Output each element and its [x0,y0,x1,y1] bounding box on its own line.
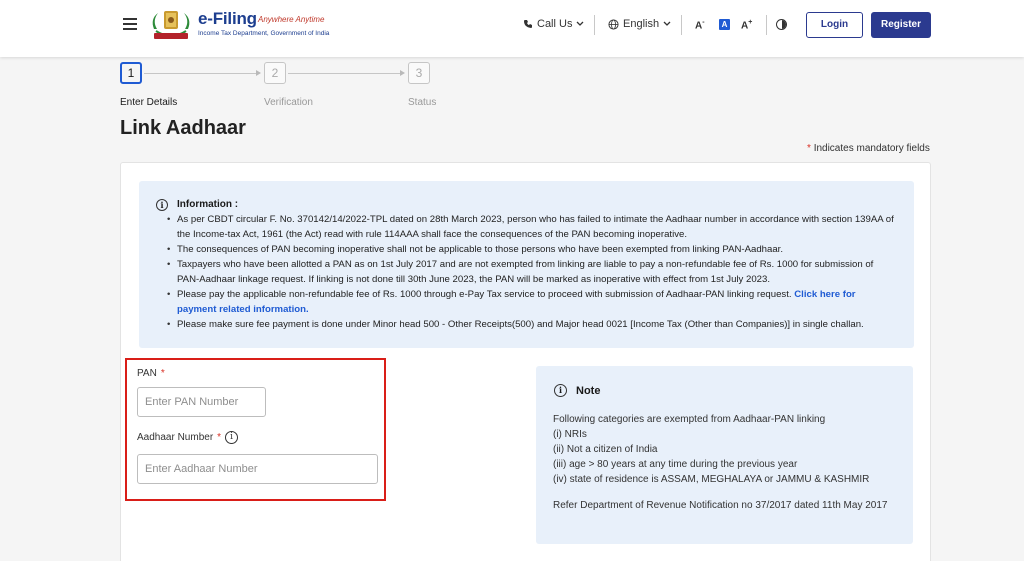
header-divider [681,15,682,35]
list-item: As per CBDT circular F. No. 370142/14/20… [167,212,897,242]
note-item: (ii) Not a citizen of India [553,444,658,455]
font-decrease-button[interactable]: A- [695,19,705,31]
step-connector [288,73,401,74]
note-title: Note [576,385,601,397]
list-item: Taxpayers who have been allotted a PAN a… [167,257,897,287]
call-us-label: Call Us [537,18,573,30]
logo-subtitle: Income Tax Department, Government of Ind… [198,30,330,37]
chevron-down-icon [576,21,584,26]
site-header: e-Filing Anywhere Anytime Income Tax Dep… [0,0,1024,57]
info-icon: i [156,199,168,211]
phone-icon [524,20,532,28]
aadhaar-input[interactable] [137,454,378,484]
header-divider [594,15,595,35]
note-intro: Following categories are exempted from A… [553,414,826,425]
login-button[interactable]: Login [806,12,863,38]
logo-title[interactable]: e-Filing [198,9,257,29]
step-arrow-icon [256,70,261,76]
list-item: The consequences of PAN becoming inopera… [167,242,897,257]
mandatory-fields-note: * Indicates mandatory fields [807,143,930,154]
contrast-toggle-icon[interactable] [776,19,787,30]
info-icon: i [554,384,567,397]
step-1-indicator: 1 [120,62,142,84]
information-list: As per CBDT circular F. No. 370142/14/20… [167,212,897,332]
note-item: (iii) age > 80 years at any time during … [553,459,798,470]
note-reference: Refer Department of Revenue Notification… [553,500,888,511]
globe-icon [608,18,619,30]
step-1-label: Enter Details [120,97,178,108]
step-arrow-icon [400,70,405,76]
step-3-label: Status [408,97,437,108]
page-title: Link Aadhaar [120,117,246,139]
information-title: Information : [177,199,239,210]
logo-tagline: Anywhere Anytime [258,15,325,24]
note-item: (i) NRIs [553,429,587,440]
pan-label: PAN * [137,368,165,379]
font-normal-button[interactable]: A [719,19,730,30]
hamburger-menu-icon[interactable] [123,18,137,30]
info-icon[interactable]: i [225,431,239,444]
note-item: (iv) state of residence is ASSAM, MEGHAL… [553,474,870,485]
list-item: Please pay the applicable non-refundable… [167,287,897,317]
font-increase-button[interactable]: A+ [741,19,752,31]
step-connector [144,73,257,74]
chevron-down-icon [663,21,671,26]
step-3-indicator: 3 [408,62,430,84]
aadhaar-label: Aadhaar Number * i [137,431,239,444]
register-button[interactable]: Register [871,12,931,38]
pan-input[interactable] [137,387,266,417]
call-us-dropdown[interactable]: Call Us [523,18,584,30]
language-label: English [623,18,660,30]
language-dropdown[interactable]: English [608,18,671,30]
list-item: Please make sure fee payment is done und… [167,317,897,332]
step-2-indicator: 2 [264,62,286,84]
emblem-logo-icon[interactable] [146,7,196,43]
step-2-label: Verification [264,97,313,108]
header-divider [766,15,767,35]
